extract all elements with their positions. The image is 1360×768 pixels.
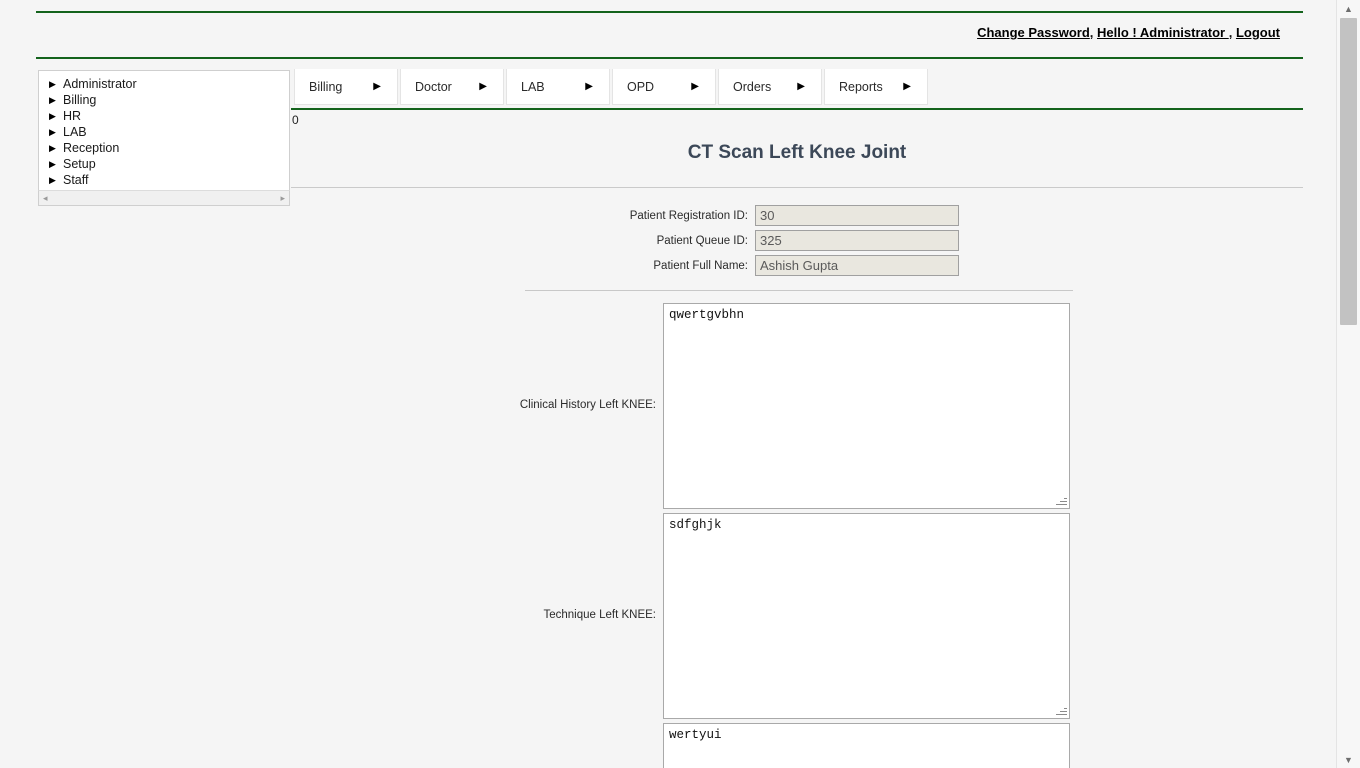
clinical-history-label: Clinical History Left KNEE:: [519, 399, 656, 411]
sidebar-item-setup[interactable]: ▶ Setup: [39, 156, 289, 172]
menu-item-doctor[interactable]: Doctor ▶: [400, 69, 504, 105]
sidebar-item-label: Administrator: [63, 77, 137, 91]
header-account-links: Change Password, Hello ! Administrator ,…: [977, 25, 1280, 40]
header-bottom-divider: [36, 57, 1303, 59]
sidebar-item-label: LAB: [63, 125, 87, 139]
third-textarea[interactable]: wertyui: [663, 723, 1070, 768]
scroll-down-icon[interactable]: ▼: [1337, 751, 1360, 768]
patient-full-name-row: Patient Full Name: Ashish Gupta: [525, 255, 960, 276]
technique-value: sdfghjk: [669, 518, 722, 532]
scrollbar-thumb[interactable]: [1340, 18, 1357, 325]
menu-item-reports[interactable]: Reports ▶: [824, 69, 928, 105]
menu-item-label: Orders: [733, 79, 772, 94]
menu-item-label: Reports: [839, 79, 883, 94]
technique-textarea[interactable]: sdfghjk: [663, 513, 1070, 719]
chevron-right-icon[interactable]: ▶: [903, 81, 911, 92]
menu-item-billing[interactable]: Billing ▶: [294, 69, 398, 105]
sidebar-item-label: Reception: [63, 141, 120, 155]
triangle-right-icon[interactable]: ▶: [49, 156, 63, 172]
patient-registration-id-label: Patient Registration ID:: [629, 209, 748, 222]
scroll-right-icon[interactable]: ▸: [276, 191, 289, 205]
menu-underline-divider: [291, 108, 1303, 110]
triangle-right-icon[interactable]: ▶: [49, 92, 63, 108]
sidebar-item-label: Staff: [63, 173, 89, 187]
clinical-history-value: qwertgvbhn: [669, 308, 745, 322]
page-title: CT Scan Left Knee Joint: [687, 142, 907, 163]
main-menu-bar: Billing ▶ Doctor ▶ LAB ▶ OPD ▶ Orders ▶ …: [294, 69, 930, 105]
third-textarea-value: wertyui: [669, 728, 722, 742]
scroll-left-icon[interactable]: ◂: [39, 191, 52, 205]
logout-link[interactable]: Logout: [1236, 25, 1280, 40]
form-section-divider: [525, 290, 1073, 291]
menu-item-orders[interactable]: Orders ▶: [718, 69, 822, 105]
triangle-right-icon[interactable]: ▶: [49, 124, 63, 140]
sidebar-tree-panel: ▶ Administrator ▶ Billing ▶ HR ▶ LAB ▶ R…: [38, 70, 290, 190]
chevron-right-icon[interactable]: ▶: [373, 81, 381, 92]
scroll-up-icon[interactable]: ▲: [1337, 0, 1360, 17]
technique-label: Technique Left KNEE:: [543, 609, 656, 621]
sidebar-item-billing[interactable]: ▶ Billing: [39, 92, 289, 108]
chevron-right-icon[interactable]: ▶: [585, 81, 593, 92]
patient-registration-id-field[interactable]: 30: [755, 205, 959, 226]
sidebar-item-reception[interactable]: ▶ Reception: [39, 140, 289, 156]
patient-queue-id-label: Patient Queue ID:: [656, 234, 748, 247]
sidebar-item-lab[interactable]: ▶ LAB: [39, 124, 289, 140]
change-password-link[interactable]: Change Password: [977, 25, 1090, 40]
menu-item-label: LAB: [521, 79, 545, 94]
triangle-right-icon[interactable]: ▶: [49, 76, 63, 92]
patient-queue-id-row: Patient Queue ID: 325: [525, 230, 960, 251]
menu-item-lab[interactable]: LAB ▶: [506, 69, 610, 105]
menu-item-label: Billing: [309, 79, 343, 94]
app-root: Change Password, Hello ! Administrator ,…: [0, 0, 1360, 768]
chevron-right-icon[interactable]: ▶: [797, 81, 805, 92]
page-vertical-scrollbar[interactable]: ▲ ▼: [1336, 0, 1360, 768]
sidebar-item-label: Billing: [63, 93, 97, 107]
header-separator-2: ,: [1228, 25, 1236, 40]
greeting-administrator-link[interactable]: Hello ! Administrator: [1097, 25, 1229, 40]
patient-full-name-field[interactable]: Ashish Gupta: [755, 255, 959, 276]
menu-item-label: OPD: [627, 79, 655, 94]
patient-queue-id-field[interactable]: 325: [755, 230, 959, 251]
browser-viewport: Change Password, Hello ! Administrator ,…: [0, 0, 1336, 768]
triangle-right-icon[interactable]: ▶: [49, 140, 63, 156]
header-top-divider: [36, 11, 1303, 13]
triangle-right-icon[interactable]: ▶: [49, 108, 63, 124]
resize-grip-icon[interactable]: [1055, 704, 1068, 717]
sidebar-item-label: HR: [63, 109, 82, 123]
sidebar-item-administrator[interactable]: ▶ Administrator: [39, 76, 289, 92]
menu-item-opd[interactable]: OPD ▶: [612, 69, 716, 105]
sidebar-horizontal-scrollbar[interactable]: ◂ ▸: [38, 190, 290, 206]
patient-full-name-label: Patient Full Name:: [653, 259, 748, 272]
triangle-right-icon[interactable]: ▶: [49, 172, 63, 188]
chevron-right-icon[interactable]: ▶: [479, 81, 487, 92]
header-separator-1: ,: [1089, 25, 1098, 40]
chevron-right-icon[interactable]: ▶: [691, 81, 699, 92]
sidebar-item-label: Setup: [63, 157, 96, 171]
sidebar-item-hr[interactable]: ▶ HR: [39, 108, 289, 124]
patient-registration-id-row: Patient Registration ID: 30: [525, 205, 960, 226]
resize-grip-icon[interactable]: [1055, 494, 1068, 507]
sidebar-item-staff[interactable]: ▶ Staff: [39, 172, 289, 188]
clinical-history-textarea[interactable]: qwertgvbhn: [663, 303, 1070, 509]
stray-zero-text: 0: [292, 113, 299, 127]
title-divider: [291, 187, 1303, 188]
menu-item-label: Doctor: [415, 79, 452, 94]
